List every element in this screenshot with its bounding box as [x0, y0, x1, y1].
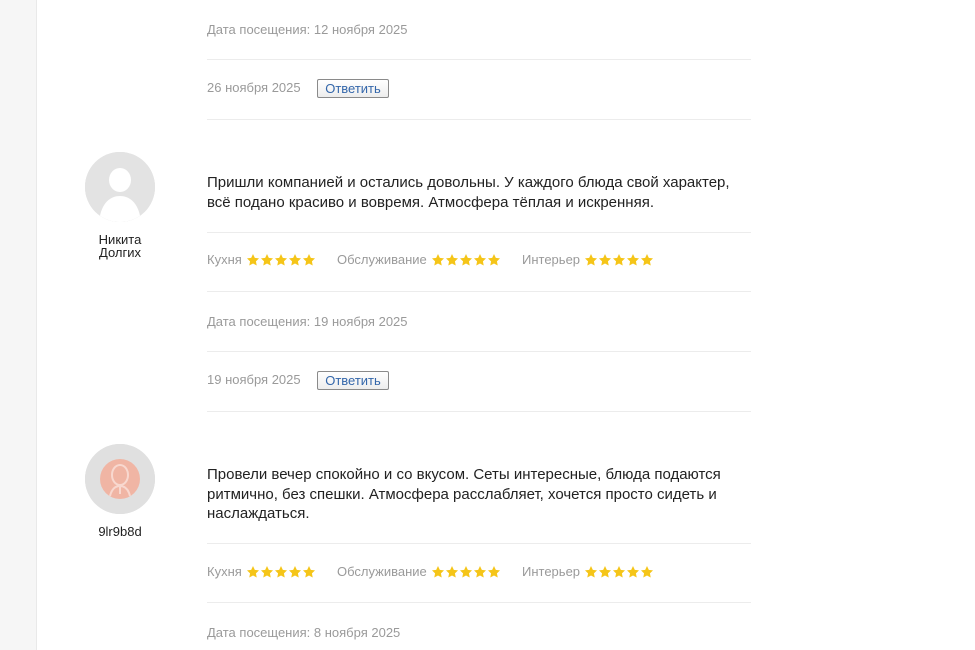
avatar[interactable]	[85, 152, 155, 222]
rating-stars	[246, 565, 316, 579]
star-icon	[598, 566, 612, 578]
rating-stars	[584, 565, 654, 579]
author-name[interactable]: 9lr9b8d	[70, 525, 170, 538]
star-icon	[246, 254, 260, 266]
review-text: Пришли компанией и остались довольны. У …	[207, 174, 730, 211]
rating-stars	[246, 253, 316, 267]
star-icon	[246, 566, 260, 578]
divider	[207, 232, 751, 233]
rating-category-interior: Интерьер	[522, 564, 581, 579]
star-icon	[473, 566, 487, 578]
divider	[207, 351, 751, 352]
rating-category-service: Обслуживание	[337, 252, 427, 267]
rating-category-service: Обслуживание	[337, 564, 427, 579]
divider	[207, 411, 751, 412]
visit-date: Дата посещения: 12 ноября 2025	[207, 22, 408, 37]
star-icon	[459, 254, 473, 266]
star-icon	[584, 566, 598, 578]
star-icon	[445, 566, 459, 578]
review-date: 19 ноября 2025	[207, 372, 301, 387]
divider	[207, 543, 751, 544]
star-icon	[598, 254, 612, 266]
star-icon	[288, 254, 302, 266]
rating-stars	[584, 253, 654, 267]
star-icon	[459, 566, 473, 578]
divider	[207, 602, 751, 603]
author-username: 9lr9b8d	[98, 524, 142, 539]
review-date: 26 ноября 2025	[207, 80, 301, 95]
divider	[207, 59, 751, 60]
star-icon	[487, 566, 501, 578]
visit-date: Дата посещения: 19 ноября 2025	[207, 314, 408, 329]
left-sidebar-gutter	[0, 0, 37, 650]
author-last-name: Долгих	[99, 245, 141, 260]
star-icon	[260, 254, 274, 266]
star-icon	[584, 254, 598, 266]
user-silhouette-icon	[85, 152, 155, 222]
star-icon	[473, 254, 487, 266]
divider	[207, 119, 751, 120]
avatar[interactable]	[85, 444, 155, 514]
star-icon	[640, 566, 654, 578]
visit-date: Дата посещения: 8 ноября 2025	[207, 625, 401, 640]
divider	[207, 291, 751, 292]
star-icon	[626, 566, 640, 578]
star-icon	[431, 254, 445, 266]
star-icon	[612, 566, 626, 578]
star-icon	[260, 566, 274, 578]
rating-category-cuisine: Кухня	[207, 252, 242, 267]
rating-category-interior: Интерьер	[522, 252, 581, 267]
star-icon	[445, 254, 459, 266]
reply-button[interactable]: Ответить	[317, 371, 389, 390]
review-text: Провели вечер спокойно и со вкусом. Сеты…	[207, 466, 721, 522]
star-icon	[431, 566, 445, 578]
star-icon	[302, 254, 316, 266]
star-icon	[626, 254, 640, 266]
generated-avatar-icon	[85, 444, 155, 514]
star-icon	[612, 254, 626, 266]
rating-stars	[431, 253, 501, 267]
author-name[interactable]: Никита Долгих	[70, 233, 170, 259]
star-icon	[274, 566, 288, 578]
star-icon	[288, 566, 302, 578]
star-icon	[487, 254, 501, 266]
rating-stars	[431, 565, 501, 579]
reply-button[interactable]: Ответить	[317, 79, 389, 98]
star-icon	[640, 254, 654, 266]
star-icon	[302, 566, 316, 578]
rating-category-cuisine: Кухня	[207, 564, 242, 579]
star-icon	[274, 254, 288, 266]
